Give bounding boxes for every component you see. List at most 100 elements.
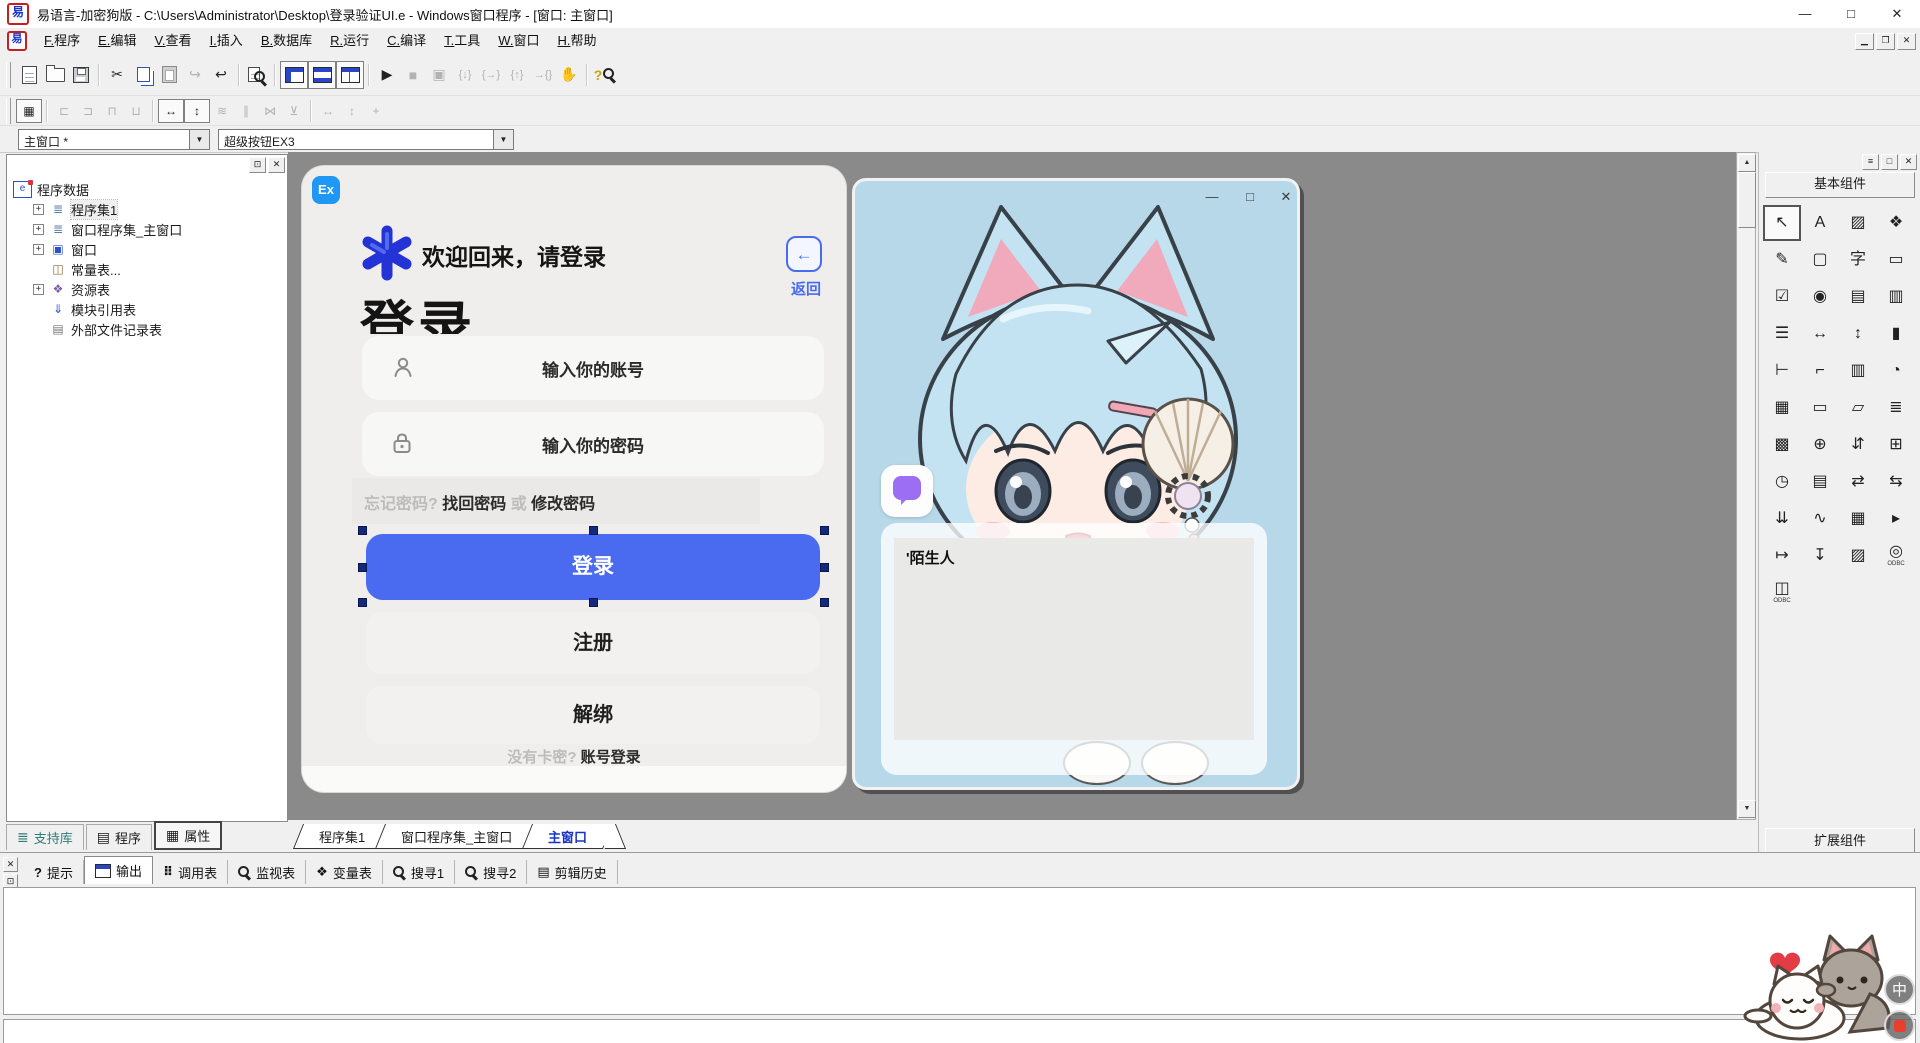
mdi-restore-button[interactable]: ❐ (1876, 33, 1895, 50)
find-help-button[interactable]: ? (592, 62, 618, 88)
palette-close-button[interactable]: ✕ (1900, 154, 1917, 170)
login-button[interactable]: 登录 (366, 534, 820, 600)
menu-item[interactable]: B.数据库 (252, 29, 321, 53)
tab-properties[interactable]: ▦ 属性 (154, 821, 222, 850)
scrollbar-thumb[interactable] (1738, 172, 1756, 228)
basic-components-button[interactable]: 基本组件 (1765, 172, 1915, 198)
palette-progress-bar[interactable]: ▮ (1880, 319, 1912, 349)
palette-checklist-box[interactable]: ☰ (1766, 319, 1798, 349)
tree-item-resources[interactable]: + ❖ 资源表 (7, 279, 287, 299)
selection-handle-br[interactable] (820, 598, 829, 607)
password-input[interactable]: 输入你的密码 (362, 412, 824, 476)
expand-toggle-icon[interactable]: + (33, 284, 44, 295)
palette-label[interactable]: A (1804, 208, 1836, 238)
palette-combo-box[interactable]: ▤ (1842, 282, 1874, 312)
same-width-button[interactable]: ↔ (316, 100, 340, 122)
palette-animation-box[interactable]: ▥ (1842, 356, 1874, 386)
palette-gauge[interactable]: ◔ (1880, 356, 1912, 386)
character-preview-window[interactable]: — □ ✕ (852, 178, 1300, 790)
palette-net-client[interactable]: ⇄ (1842, 467, 1874, 497)
code-find-button[interactable] (244, 62, 270, 88)
palette-static-text[interactable]: 字 (1842, 245, 1874, 275)
palette-net-transfer[interactable]: ⇊ (1766, 504, 1798, 534)
palette-group-box[interactable]: ▢ (1804, 245, 1836, 275)
link-v-button[interactable]: ⊻ (282, 100, 306, 122)
selection-handle-tl[interactable] (358, 526, 367, 535)
selection-handle-tr[interactable] (820, 526, 829, 535)
expand-toggle-icon[interactable]: + (33, 244, 44, 255)
ime-language-button[interactable]: 中 (1884, 974, 1915, 1005)
palette-db-reader[interactable]: ↧ (1804, 541, 1836, 571)
undo-button[interactable]: ↩ (208, 62, 234, 88)
palette-slider[interactable]: ⊢ (1766, 356, 1798, 386)
tree-item-external-files[interactable]: ▤ 外部文件记录表 (7, 319, 287, 339)
selection-handle-ml[interactable] (358, 563, 367, 572)
palette-list-box[interactable]: ▥ (1880, 282, 1912, 312)
palette-color-picker[interactable]: ▩ (1766, 430, 1798, 460)
palette-dip-box[interactable]: ▱ (1842, 393, 1874, 423)
palette-checkbox[interactable]: ☑ (1766, 282, 1798, 312)
same-height-button[interactable]: ↕ (340, 100, 364, 122)
selection-handle-bl[interactable] (358, 598, 367, 607)
toolbar-grip[interactable] (6, 62, 11, 88)
form-selector[interactable]: 主窗口 * ▼ (18, 129, 210, 150)
tab-output[interactable]: 输出 (84, 856, 153, 884)
maximize-button[interactable]: □ (1828, 0, 1874, 28)
account-input[interactable]: 输入你的账号 (362, 336, 824, 400)
stop-button[interactable]: ■ (400, 62, 426, 88)
palette-h-scrollbar[interactable]: ↔ (1804, 319, 1836, 349)
char-close-button[interactable]: ✕ (1275, 189, 1297, 207)
step-out-button[interactable]: {↑} (504, 62, 530, 88)
align-bottom-button[interactable]: ⊔ (124, 100, 148, 122)
palette-media-player[interactable]: ▸ (1880, 504, 1912, 534)
tab-hints[interactable]: ? 提示 (24, 860, 84, 884)
minimize-button[interactable]: — (1782, 0, 1828, 28)
palette-printer[interactable]: ▤ (1804, 467, 1836, 497)
align-top-button[interactable]: ⊓ (100, 100, 124, 122)
panel-restore-button[interactable]: ⊡ (249, 157, 266, 173)
tab-search2[interactable]: 搜寻2 (455, 860, 527, 884)
space-evenly-h-button[interactable]: ≋ (210, 100, 234, 122)
tab-variables[interactable]: ❖ 变量表 (306, 860, 383, 884)
tree-item-windows[interactable]: + ▣ 窗口 (7, 239, 287, 259)
palette-image-group[interactable]: ❖ (1880, 208, 1912, 238)
layout-split-button[interactable] (336, 61, 364, 89)
palette-picture-box[interactable]: ▨ (1842, 208, 1874, 238)
toolbar-grip2[interactable] (6, 98, 11, 124)
palette-edit-box[interactable]: ✎ (1766, 245, 1798, 275)
menu-item[interactable]: C.编译 (378, 29, 435, 53)
chat-bubble-button[interactable] (881, 465, 933, 517)
component-selector[interactable]: 超级按钮EX3 ▼ (218, 129, 514, 150)
new-button[interactable] (16, 62, 42, 88)
palette-rich-edit[interactable]: ≣ (1880, 393, 1912, 423)
output-content-area[interactable] (3, 887, 1916, 1015)
ime-record-button[interactable] (1884, 1010, 1915, 1041)
scroll-up-icon[interactable]: ▲ (1738, 154, 1756, 172)
tab-search1[interactable]: 搜寻1 (383, 860, 455, 884)
paste-button[interactable] (156, 62, 182, 88)
palette-menu-button[interactable]: ≡ (1862, 154, 1879, 170)
selection-handle-tm[interactable] (589, 526, 598, 535)
tree-item-constants[interactable]: ◫ 常量表... (7, 259, 287, 279)
tab-support-libs[interactable]: ≣ 支持库 (6, 824, 84, 850)
palette-maximize-button[interactable]: □ (1881, 154, 1898, 170)
run-button[interactable]: ▶ (374, 62, 400, 88)
close-button[interactable]: ✕ (1874, 0, 1920, 28)
copy-button[interactable] (130, 62, 156, 88)
scroll-down-icon[interactable]: ▼ (1738, 800, 1756, 818)
run-to-cursor-button[interactable]: →{} (530, 62, 556, 88)
dropdown-arrow-icon[interactable]: ▼ (189, 130, 209, 149)
center-horizontal-button[interactable]: ↔ (158, 99, 184, 123)
mdi-close-button[interactable]: ✕ (1897, 33, 1916, 50)
align-left-button[interactable]: ⊏ (52, 100, 76, 122)
palette-internet-box[interactable]: ⊕ (1804, 430, 1836, 460)
tab-clip-history[interactable]: ▤ 剪辑历史 (527, 860, 617, 884)
tab-watch-table[interactable]: 监视表 (228, 860, 306, 884)
debug-window-button[interactable]: ▣ (426, 62, 452, 88)
menu-item[interactable]: W.窗口 (489, 29, 548, 53)
redo-button[interactable]: ↪ (182, 62, 208, 88)
panel-close-button[interactable]: ✕ (268, 157, 285, 173)
palette-v-scrollbar[interactable]: ↕ (1842, 319, 1874, 349)
message-text-area[interactable]: '陌生人 (894, 538, 1254, 740)
palette-odbc-query[interactable]: ◎ ODBC (1880, 541, 1912, 571)
